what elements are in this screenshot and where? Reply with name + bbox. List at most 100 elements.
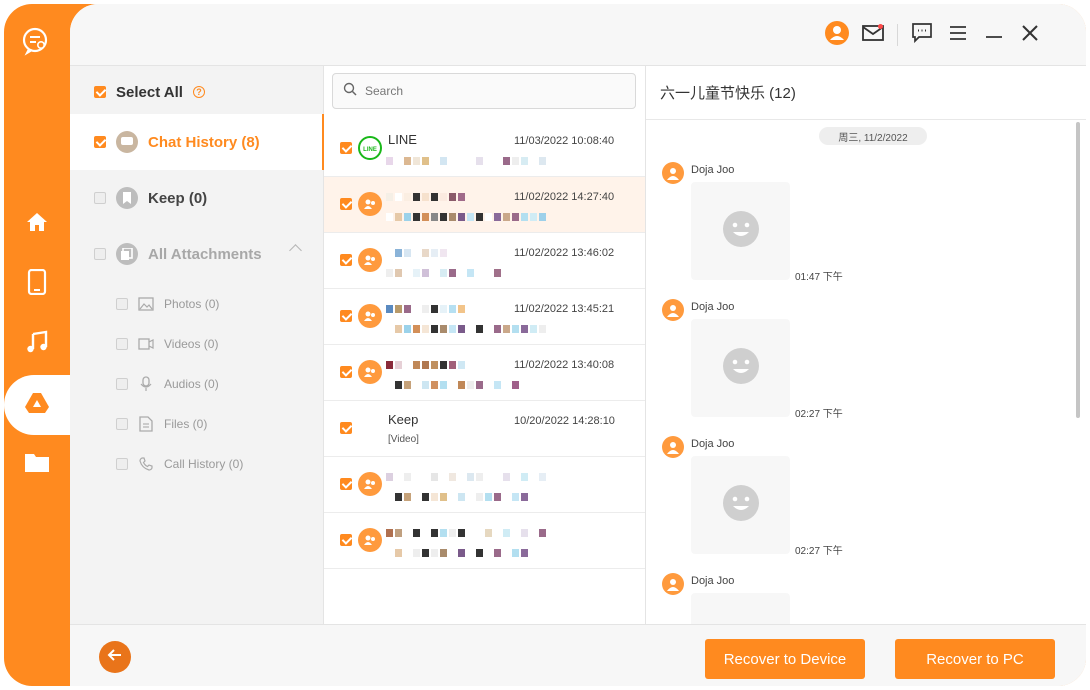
- toolbar-divider: [897, 24, 898, 46]
- search-input[interactable]: [365, 84, 625, 98]
- message-row[interactable]: 11/02/2022 13:40:08: [324, 345, 645, 401]
- rail-music[interactable]: [4, 314, 70, 374]
- row-checkbox[interactable]: [340, 478, 352, 490]
- message-row[interactable]: 11/02/2022 13:45:21: [324, 289, 645, 345]
- select-all-checkbox[interactable]: [94, 86, 106, 98]
- chevron-up-icon[interactable]: [289, 244, 302, 257]
- message-row[interactable]: 11/02/2022 14:27:40: [324, 177, 645, 233]
- category-panel: Select All ? Chat History (8) Keep (0) A…: [70, 66, 325, 624]
- message-preview: [Video]: [388, 434, 419, 445]
- message-row[interactable]: [324, 513, 645, 569]
- sub-audios[interactable]: Audios (0): [116, 374, 219, 394]
- image-icon: [138, 296, 154, 312]
- videos-checkbox[interactable]: [116, 338, 128, 350]
- avatar: [662, 573, 684, 595]
- group-avatar-icon: [358, 528, 382, 552]
- category-all-attachments[interactable]: All Attachments: [70, 226, 324, 282]
- chat-history-checkbox[interactable]: [94, 136, 106, 148]
- recover-to-pc-button[interactable]: Recover to PC: [895, 639, 1055, 679]
- feedback-button[interactable]: [904, 21, 940, 49]
- blurred-preview: [386, 269, 501, 277]
- group-avatar-icon: [358, 304, 382, 328]
- minimize-button[interactable]: [976, 21, 1012, 49]
- row-checkbox[interactable]: [340, 198, 352, 210]
- row-checkbox[interactable]: [340, 422, 352, 434]
- help-icon[interactable]: ?: [192, 86, 205, 98]
- sub-call-history[interactable]: Call History (0): [116, 454, 243, 474]
- files-checkbox[interactable]: [116, 418, 128, 430]
- title-bar: [70, 4, 1086, 66]
- bookmark-icon: [116, 187, 138, 209]
- account-button[interactable]: [819, 20, 855, 50]
- call-history-label: Call History (0): [164, 457, 244, 471]
- user-icon: [825, 20, 849, 50]
- image-placeholder[interactable]: [691, 319, 790, 417]
- app-logo-icon: [19, 24, 51, 56]
- audios-checkbox[interactable]: [116, 378, 128, 390]
- row-checkbox[interactable]: [340, 534, 352, 546]
- close-button[interactable]: [1012, 21, 1048, 49]
- row-checkbox[interactable]: [340, 366, 352, 378]
- rail-folder[interactable]: [4, 434, 70, 494]
- row-checkbox[interactable]: [340, 254, 352, 266]
- message-name: Keep: [388, 412, 419, 427]
- sender-name: Doja Joo: [691, 164, 735, 176]
- rail-drive[interactable]: [4, 375, 70, 435]
- chat-message: Doja Joo: [662, 573, 962, 624]
- avatar: [662, 162, 684, 184]
- attachments-checkbox[interactable]: [94, 248, 106, 260]
- message-row[interactable]: 11/02/2022 13:46:02: [324, 233, 645, 289]
- row-checkbox[interactable]: [340, 142, 352, 154]
- music-icon: [25, 330, 49, 359]
- mail-button[interactable]: [855, 21, 891, 49]
- photos-checkbox[interactable]: [116, 298, 128, 310]
- select-all-row[interactable]: Select All ?: [94, 80, 205, 104]
- keep-checkbox[interactable]: [94, 192, 106, 204]
- message-row[interactable]: Keep 10/20/2022 14:28:10 [Video]: [324, 401, 645, 457]
- search-box[interactable]: [332, 73, 636, 109]
- message-time: 01:47 下午: [795, 272, 843, 283]
- main-content: Select All ? Chat History (8) Keep (0) A…: [70, 4, 1086, 686]
- svg-text:LINE: LINE: [363, 147, 377, 153]
- smiley-placeholder-icon: [722, 347, 759, 389]
- category-keep[interactable]: Keep (0): [70, 170, 324, 226]
- message-row[interactable]: [324, 457, 645, 513]
- video-icon: [138, 336, 154, 352]
- videos-label: Videos (0): [164, 337, 219, 351]
- call-history-checkbox[interactable]: [116, 458, 128, 470]
- sub-photos[interactable]: Photos (0): [116, 294, 219, 314]
- scrollbar[interactable]: [1076, 122, 1080, 418]
- group-avatar-icon: [358, 248, 382, 272]
- message-name: LINE: [388, 132, 417, 147]
- image-placeholder[interactable]: [691, 593, 790, 624]
- rail-phone[interactable]: [4, 254, 70, 314]
- attachment-icon: [116, 243, 138, 265]
- chat-panel: 六一儿童节快乐 (12) 周三, 11/2/2022 Doja Joo 01:4…: [646, 66, 1086, 624]
- chat-bubble-icon: [116, 131, 138, 153]
- blurred-preview: [386, 549, 528, 557]
- sub-videos[interactable]: Videos (0): [116, 334, 218, 354]
- image-placeholder[interactable]: [691, 456, 790, 554]
- category-chat-history[interactable]: Chat History (8): [70, 114, 325, 170]
- blurred-preview: [386, 213, 546, 221]
- sub-files[interactable]: Files (0): [116, 414, 207, 434]
- menu-button[interactable]: [940, 21, 976, 49]
- message-row[interactable]: LINE LINE 11/03/2022 10:08:40: [324, 121, 645, 177]
- recover-to-device-button[interactable]: Recover to Device: [705, 639, 865, 679]
- message-time: 02:27 下午: [795, 409, 843, 420]
- smiley-placeholder-icon: [722, 210, 759, 252]
- message-time: 02:27 下午: [795, 546, 843, 557]
- blurred-name: [386, 361, 465, 369]
- blurred-name: [386, 249, 465, 257]
- blurred-preview: [386, 325, 546, 333]
- line-app-icon: LINE: [358, 136, 382, 160]
- blurred-preview: [386, 493, 528, 501]
- search-icon: [343, 82, 357, 101]
- app-window: Select All ? Chat History (8) Keep (0) A…: [4, 4, 1086, 686]
- image-placeholder[interactable]: [691, 182, 790, 280]
- row-checkbox[interactable]: [340, 310, 352, 322]
- close-icon: [1022, 24, 1038, 46]
- back-button[interactable]: [99, 641, 131, 673]
- notification-dot: [878, 24, 883, 29]
- rail-home[interactable]: [4, 194, 70, 254]
